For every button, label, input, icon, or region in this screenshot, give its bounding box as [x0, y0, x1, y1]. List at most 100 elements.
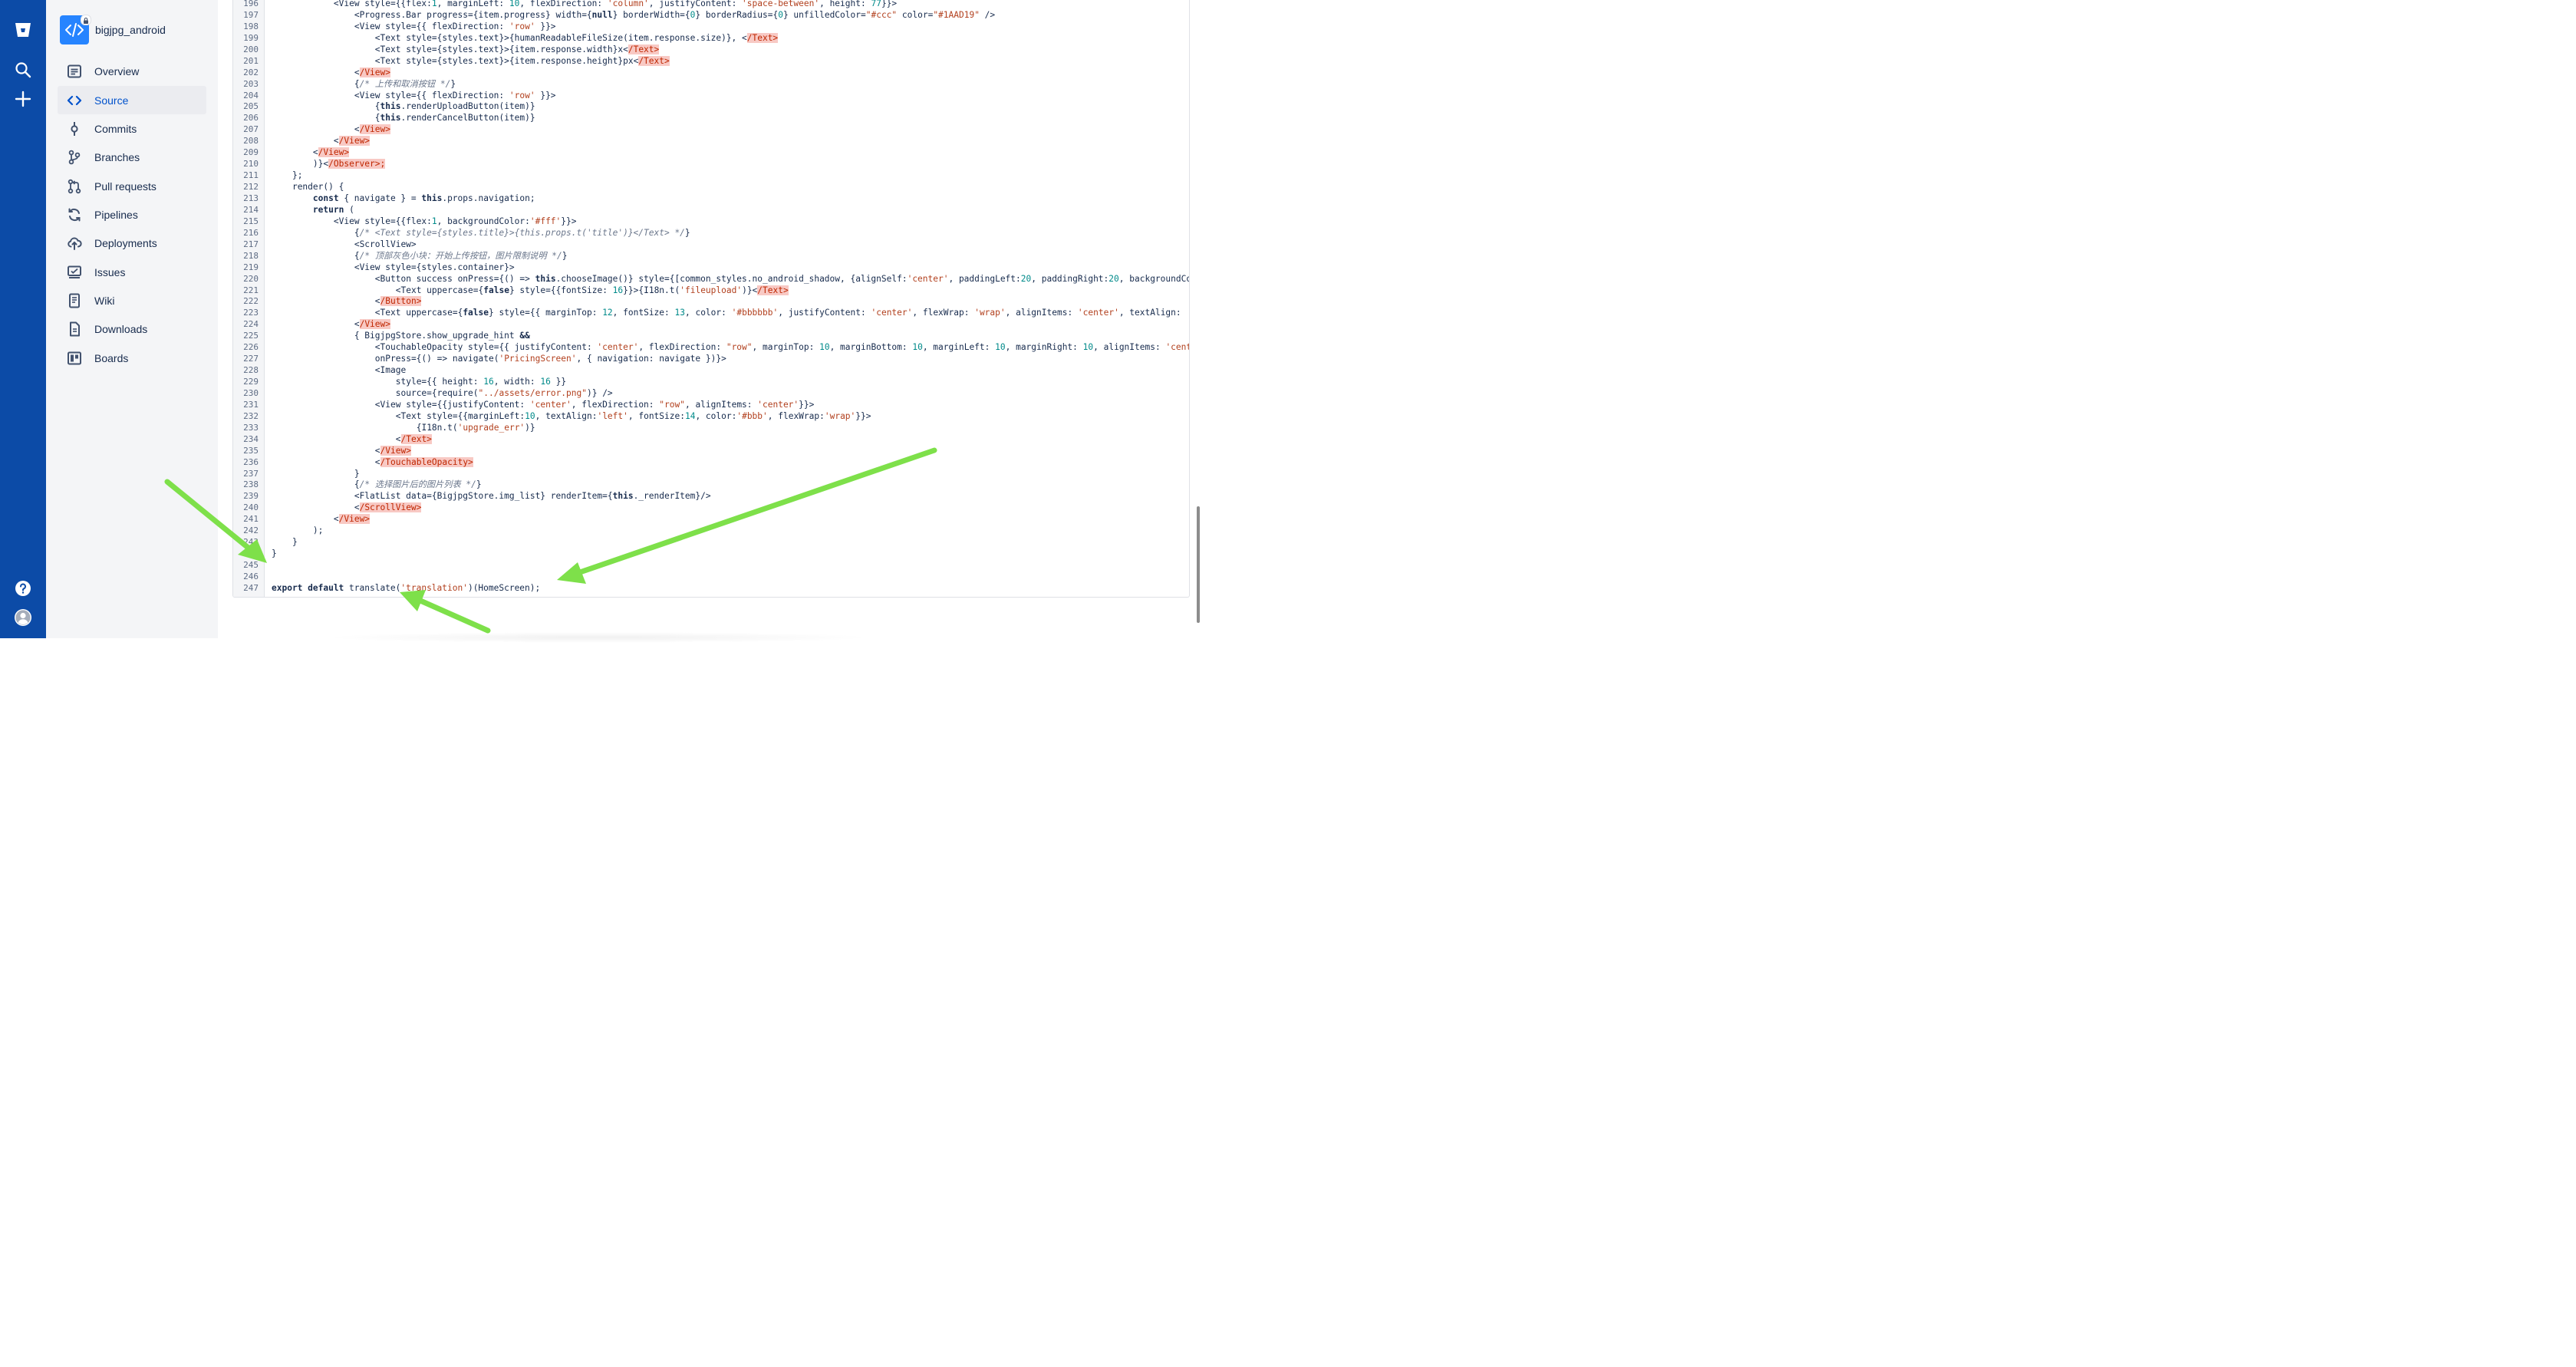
line-number[interactable]: 216	[243, 227, 259, 239]
source-code-viewer[interactable]: 196 197 198 199 200 201 202 203 204 205 206 207 208 2…	[232, 0, 1190, 598]
line-number[interactable]: 218	[243, 250, 259, 262]
code-token: 'row'	[509, 21, 535, 31]
code-token: (	[344, 204, 354, 215]
line-number[interactable]: 217	[243, 239, 259, 250]
repo-header[interactable]: bigjpg_android	[60, 15, 213, 46]
line-number[interactable]: 228	[243, 364, 259, 376]
code-token: 12	[602, 308, 613, 318]
line-number[interactable]: 237	[243, 468, 259, 479]
line-number[interactable]: 199	[243, 32, 259, 44]
line-number[interactable]: 212	[243, 181, 259, 193]
code-line: )}</Observer>;	[313, 158, 386, 170]
code-token: '#fff'	[529, 216, 562, 226]
line-number[interactable]: 239	[243, 490, 259, 502]
overview-icon	[68, 64, 81, 78]
sidebar-item-pipelines[interactable]: Pipelines	[58, 200, 206, 229]
user-avatar-icon[interactable]	[14, 608, 32, 627]
code-token: translate(	[344, 582, 401, 593]
code-token: 77	[871, 0, 881, 8]
sidebar-item-label: Pull requests	[94, 180, 156, 193]
line-number[interactable]: 219	[243, 262, 259, 273]
line-number[interactable]: 204	[243, 90, 259, 101]
line-number[interactable]: 214	[243, 204, 259, 216]
line-number[interactable]: 200	[243, 44, 259, 55]
search-icon[interactable]	[14, 61, 32, 79]
line-number[interactable]: 247	[243, 582, 259, 594]
code-token: } style={{fontSize:	[509, 285, 613, 295]
code-token: }}>	[855, 410, 871, 421]
line-number[interactable]: 234	[243, 433, 259, 445]
line-number[interactable]: 198	[243, 21, 259, 32]
code-token: <Text style={{marginLeft:	[395, 410, 525, 421]
line-number[interactable]: 209	[243, 147, 259, 158]
scrollbar-thumb[interactable]	[1197, 506, 1200, 623]
line-number[interactable]: 232	[243, 410, 259, 422]
line-number[interactable]: 238	[243, 479, 259, 490]
sidebar-item-pull-requests[interactable]: Pull requests	[58, 172, 206, 200]
help-icon[interactable]	[14, 579, 32, 598]
line-number[interactable]: 227	[243, 353, 259, 364]
line-number[interactable]: 224	[243, 318, 259, 330]
line-number[interactable]: 203	[243, 78, 259, 90]
sidebar-item-issues[interactable]: Issues	[58, 258, 206, 286]
line-number[interactable]: 222	[243, 295, 259, 307]
line-number[interactable]: 235	[243, 445, 259, 456]
code-token: "row"	[659, 399, 685, 410]
code-token: <View style={{flex:	[333, 216, 432, 226]
sidebar-item-boards[interactable]: Boards	[58, 344, 206, 372]
line-number[interactable]: 223	[243, 307, 259, 318]
code-token: "#ccc"	[865, 9, 898, 20]
code-token: 'left'	[597, 410, 628, 421]
line-number[interactable]: 230	[243, 387, 259, 399]
line-number[interactable]: 220	[243, 273, 259, 285]
bitbucket-logo-icon[interactable]	[14, 21, 32, 39]
scrollbar[interactable]	[1191, 0, 1201, 638]
sidebar-item-source[interactable]: Source	[58, 86, 206, 114]
line-number[interactable]: 213	[243, 193, 259, 204]
sidebar-item-overview[interactable]: Overview	[58, 57, 206, 85]
line-number[interactable]: 197	[243, 9, 259, 21]
line-number[interactable]: 242	[243, 525, 259, 536]
line-number[interactable]: 229	[243, 376, 259, 387]
code-token: , marginRight:	[1005, 342, 1083, 353]
sidebar-item-commits[interactable]: Commits	[58, 114, 206, 143]
line-number[interactable]: 210	[243, 158, 259, 170]
code-line: {this.renderCancelButton(item)}	[375, 112, 535, 124]
line-number[interactable]: 240	[243, 502, 259, 513]
line-number[interactable]: 206	[243, 112, 259, 124]
line-number[interactable]: 208	[243, 135, 259, 147]
plus-icon[interactable]	[14, 90, 32, 108]
line-number[interactable]: 221	[243, 285, 259, 296]
line-number[interactable]: 202	[243, 67, 259, 78]
sidebar-item-deployments[interactable]: Deployments	[58, 229, 206, 257]
line-number[interactable]: 236	[243, 456, 259, 468]
line-number[interactable]: 201	[243, 55, 259, 67]
line-number[interactable]: 233	[243, 422, 259, 433]
line-number[interactable]: 207	[243, 124, 259, 135]
line-number[interactable]: 211	[243, 170, 259, 181]
code-token: <	[395, 433, 401, 444]
line-number[interactable]: 246	[243, 571, 259, 582]
sidebar-item-downloads[interactable]: Downloads	[58, 315, 206, 343]
line-number[interactable]: 225	[243, 330, 259, 341]
line-number[interactable]: 243	[243, 536, 259, 548]
code-token: , flexDirection:	[638, 342, 726, 353]
repo-name[interactable]: bigjpg_android	[95, 24, 166, 36]
code-token: 'column'	[607, 0, 649, 8]
line-number[interactable]: 231	[243, 399, 259, 410]
branches-icon	[68, 150, 81, 165]
line-number[interactable]: 241	[243, 513, 259, 525]
code-token: .renderUploadButton(item)}	[400, 101, 535, 112]
line-number[interactable]: 245	[243, 559, 259, 571]
line-number[interactable]: 215	[243, 216, 259, 227]
code-token: <Image	[374, 365, 407, 376]
code-token: );	[312, 525, 324, 536]
code-token: }	[450, 78, 456, 89]
sidebar-item-wiki[interactable]: Wiki	[58, 286, 206, 315]
line-number[interactable]: 196	[243, 0, 259, 9]
line-number[interactable]: 226	[243, 341, 259, 353]
sidebar-item-branches[interactable]: Branches	[58, 143, 206, 171]
line-number[interactable]: 244	[243, 548, 259, 559]
sidebar: bigjpg_android Overview Source Commits B…	[46, 0, 218, 638]
line-number[interactable]: 205	[243, 100, 259, 112]
